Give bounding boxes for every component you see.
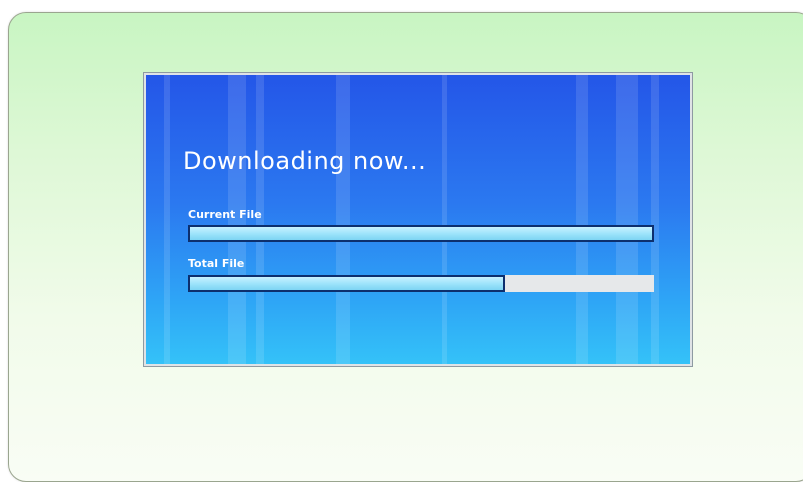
download-title: Downloading now... xyxy=(183,147,427,175)
background-stripe xyxy=(336,75,350,364)
current-file-progress-bar xyxy=(188,225,654,242)
background-stripe xyxy=(164,75,170,364)
total-file-progress-fill xyxy=(188,275,505,292)
background-stripe xyxy=(442,75,447,364)
download-panel: Downloading now... Current File Total Fi… xyxy=(143,72,693,367)
background-stripe xyxy=(576,75,588,364)
background-stripe xyxy=(651,75,659,364)
current-file-label: Current File xyxy=(188,208,262,221)
current-file-progress-fill xyxy=(188,225,654,242)
total-file-progress-bar xyxy=(188,275,654,292)
total-file-label: Total File xyxy=(188,257,245,270)
background-stripe xyxy=(616,75,638,364)
